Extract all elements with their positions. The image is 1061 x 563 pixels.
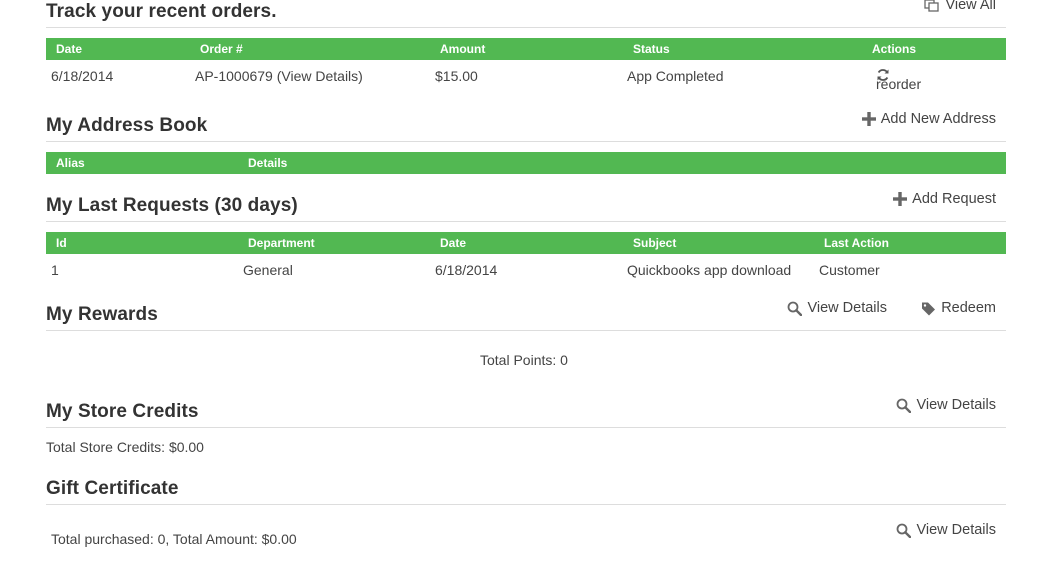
order-status: App Completed <box>627 68 724 84</box>
recent-orders-title: Track your recent orders. <box>46 1 277 22</box>
gift-certificate-title: Gift Certificate <box>46 478 179 499</box>
store-credits-view-details-label: View Details <box>916 397 996 413</box>
view-all-icon <box>924 0 940 12</box>
total-points: Total Points: 0 <box>480 352 568 368</box>
view-all-link[interactable]: View All <box>924 0 996 13</box>
reorder-label: reorder <box>876 76 922 92</box>
view-all-label: View All <box>945 0 996 13</box>
request-last-action: Customer <box>819 262 880 278</box>
rewards-section: My Rewards View Details Redeem Total Poi… <box>46 300 1006 368</box>
request-id: 1 <box>51 262 59 278</box>
tag-icon <box>922 302 936 315</box>
add-request-label: Add Request <box>912 191 996 207</box>
col-order: Order # <box>200 42 243 56</box>
plus-icon <box>893 192 908 206</box>
col-date: Date <box>56 42 83 56</box>
rewards-view-details-label: View Details <box>807 300 887 316</box>
search-icon <box>788 301 803 316</box>
store-credits-view-details-button[interactable]: View Details <box>896 397 996 413</box>
table-row: 6/18/2014 AP-1000679 (View Details) $15.… <box>46 60 1006 92</box>
order-amount: $15.00 <box>435 68 478 84</box>
requests-header: My Last Requests (30 days) Add Request <box>46 191 1006 222</box>
add-address-button[interactable]: Add New Address <box>861 111 996 127</box>
gift-certificate-section: Gift Certificate View Details Total purc… <box>46 477 1006 547</box>
store-credits-title: My Store Credits <box>46 401 199 422</box>
gift-certificate-view-details-label: View Details <box>916 522 996 538</box>
table-row: 1 General 6/18/2014 Quickbooks app downl… <box>46 254 1006 286</box>
requests-table-header: Id Department Date Subject Last Action <box>46 232 1006 254</box>
add-address-label: Add New Address <box>880 111 996 127</box>
plus-icon <box>861 112 876 126</box>
search-icon <box>897 523 912 538</box>
address-book-section: My Address Book Add New Address Alias De… <box>46 111 1006 174</box>
requests-section: My Last Requests (30 days) Add Request I… <box>46 191 1006 286</box>
order-date: 6/18/2014 <box>51 68 114 84</box>
col-status: Status <box>633 42 670 56</box>
gift-certificate-summary: Total purchased: 0, Total Amount: $0.00 <box>51 531 297 547</box>
redeem-button[interactable]: Redeem <box>921 300 996 316</box>
col-amount: Amount <box>440 42 486 56</box>
store-credits-header: My Store Credits View Details <box>46 397 1006 428</box>
total-store-credits: Total Store Credits: $0.00 <box>46 439 204 455</box>
request-date: 6/18/2014 <box>435 262 498 278</box>
address-table-header: Alias Details <box>46 152 1006 174</box>
address-book-title: My Address Book <box>46 115 208 136</box>
gift-certificate-view-details-button[interactable]: View Details <box>896 522 996 538</box>
col-department: Department <box>248 236 315 250</box>
reorder-button[interactable]: reorder <box>876 68 921 92</box>
requests-title: My Last Requests (30 days) <box>46 195 298 216</box>
col-last-action: Last Action <box>824 236 889 250</box>
orders-table-header: Date Order # Amount Status Actions <box>46 38 1006 60</box>
store-credits-section: My Store Credits View Details Total Stor… <box>46 397 1006 455</box>
gift-certificate-header: Gift Certificate <box>46 477 1006 505</box>
order-number-link[interactable]: AP-1000679 (View Details) <box>195 68 363 84</box>
redeem-label: Redeem <box>941 300 996 316</box>
col-details: Details <box>248 156 288 170</box>
col-alias: Alias <box>56 156 85 170</box>
address-book-header: My Address Book Add New Address <box>46 111 1006 142</box>
search-icon <box>897 398 912 413</box>
recent-orders-header: Track your recent orders. View All <box>46 0 1006 28</box>
recent-orders-section: Track your recent orders. View All Date … <box>46 0 1006 92</box>
col-date: Date <box>440 236 467 250</box>
rewards-title: My Rewards <box>46 304 158 325</box>
rewards-header: My Rewards View Details Redeem <box>46 300 1006 331</box>
add-request-button[interactable]: Add Request <box>893 191 996 207</box>
request-department: General <box>243 262 293 278</box>
col-actions: Actions <box>872 42 917 56</box>
col-subject: Subject <box>633 236 677 250</box>
col-id: Id <box>56 236 67 250</box>
rewards-view-details-button[interactable]: View Details <box>787 300 887 316</box>
request-subject: Quickbooks app download <box>627 262 792 278</box>
